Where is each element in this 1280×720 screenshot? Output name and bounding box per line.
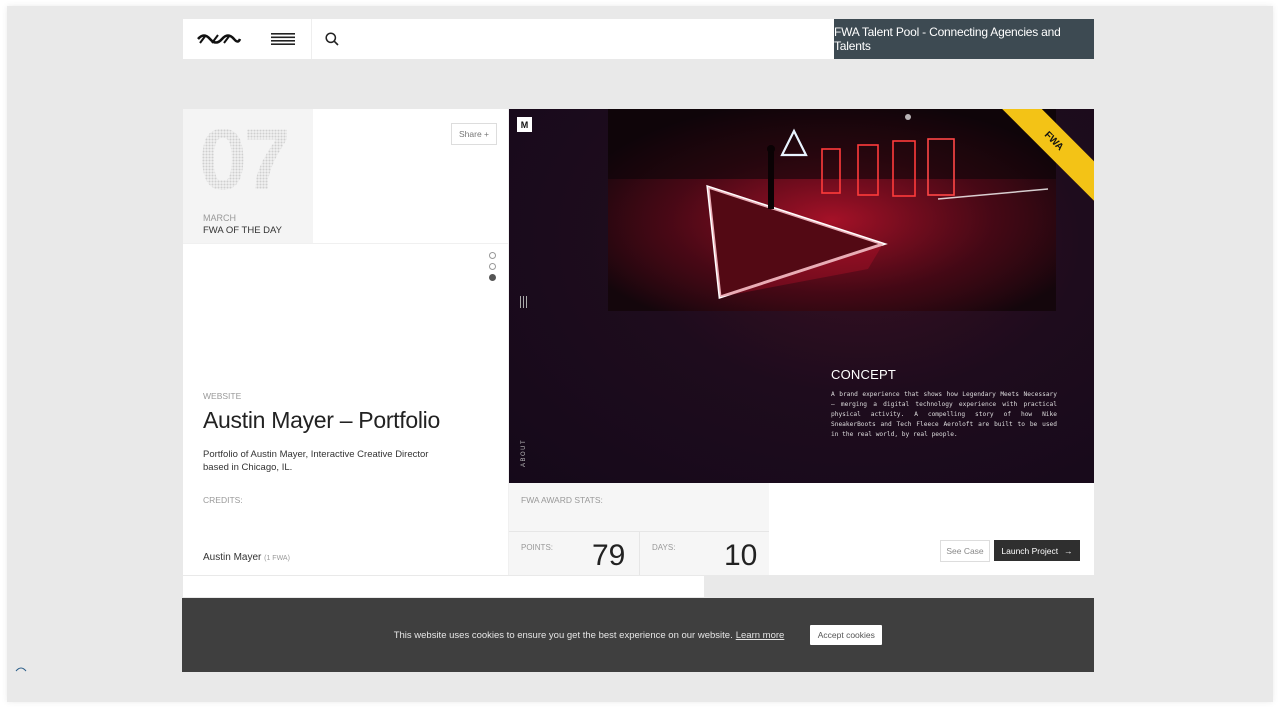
fwa-logo-icon	[197, 34, 242, 44]
points-value: 79	[592, 539, 626, 572]
search-icon	[325, 32, 339, 46]
project-info: 07 MARCH FWA OF THE DAY Share + WEBSITE …	[183, 109, 509, 483]
see-case-button[interactable]: See Case	[940, 540, 990, 562]
slide-dot-2[interactable]	[489, 263, 496, 270]
project-card: 07 MARCH FWA OF THE DAY Share + WEBSITE …	[183, 109, 1094, 575]
arrow-right-icon: →	[1064, 545, 1073, 556]
date-box: 07 MARCH FWA OF THE DAY	[183, 109, 313, 243]
cookie-banner: This website uses cookies to ensure you …	[182, 598, 1094, 672]
m-badge: M	[517, 117, 532, 132]
credit-entry[interactable]: Austin Mayer (1 FWA)	[203, 552, 290, 563]
divider	[183, 243, 508, 244]
page: FWA Talent Pool - Connecting Agencies an…	[7, 6, 1273, 702]
concept-text: A brand experience that shows how Legend…	[831, 391, 1057, 438]
credit-name: Austin Mayer	[203, 552, 262, 563]
loader-arc-icon	[15, 667, 27, 672]
learn-more-link[interactable]: Learn more	[736, 630, 785, 641]
slide-dots	[489, 252, 496, 285]
ribbon-text: FWA	[1042, 129, 1066, 153]
day-number: 07	[199, 112, 291, 208]
project-category: WEBSITE	[203, 391, 242, 401]
launch-label: Launch Project	[1001, 545, 1059, 556]
next-card-strip	[183, 576, 704, 597]
slide-dot-1[interactable]	[489, 252, 496, 259]
hero-image[interactable]: M FWA ABOUT CONCEPT A brand experience t…	[509, 109, 1094, 483]
top-bar: FWA Talent Pool - Connecting Agencies an…	[183, 19, 1094, 59]
drag-handle-icon[interactable]	[520, 295, 528, 313]
credit-count: (1 FWA)	[264, 555, 290, 562]
menu-button[interactable]	[255, 19, 312, 59]
search-button[interactable]	[312, 19, 352, 59]
hero-photo	[608, 109, 1056, 311]
talent-pool-banner[interactable]: FWA Talent Pool - Connecting Agencies an…	[834, 19, 1094, 59]
days-value: 10	[724, 539, 758, 572]
accept-cookies-button[interactable]: Accept cookies	[810, 625, 883, 645]
day-label: FWA OF THE DAY	[203, 225, 282, 236]
bottom-row: CREDITS: Austin Mayer (1 FWA) FWA AWARD …	[183, 483, 1094, 575]
day-month: MARCH	[203, 213, 236, 223]
installation-scene-icon	[608, 109, 1056, 311]
award-stats: FWA AWARD STATS: POINTS: 79 DAYS: 10	[509, 483, 769, 575]
concept-title: CONCEPT	[831, 367, 896, 382]
divider	[639, 531, 640, 575]
project-title: Austin Mayer – Portfolio	[203, 407, 440, 433]
share-button[interactable]: Share +	[451, 123, 497, 145]
days-label: DAYS:	[652, 543, 676, 552]
points-label: POINTS:	[521, 543, 554, 552]
hamburger-icon	[271, 33, 295, 45]
about-label[interactable]: ABOUT	[521, 439, 527, 467]
credits-label: CREDITS:	[203, 495, 243, 505]
fwa-logo[interactable]	[183, 19, 255, 59]
slide-dot-3[interactable]	[489, 274, 496, 281]
cookie-text: This website uses cookies to ensure you …	[393, 629, 733, 641]
project-description: Portfolio of Austin Mayer, Interactive C…	[203, 449, 429, 473]
credits-panel: CREDITS: Austin Mayer (1 FWA)	[183, 483, 509, 575]
stats-label: FWA AWARD STATS:	[521, 495, 603, 505]
launch-project-button[interactable]: Launch Project →	[994, 540, 1080, 561]
